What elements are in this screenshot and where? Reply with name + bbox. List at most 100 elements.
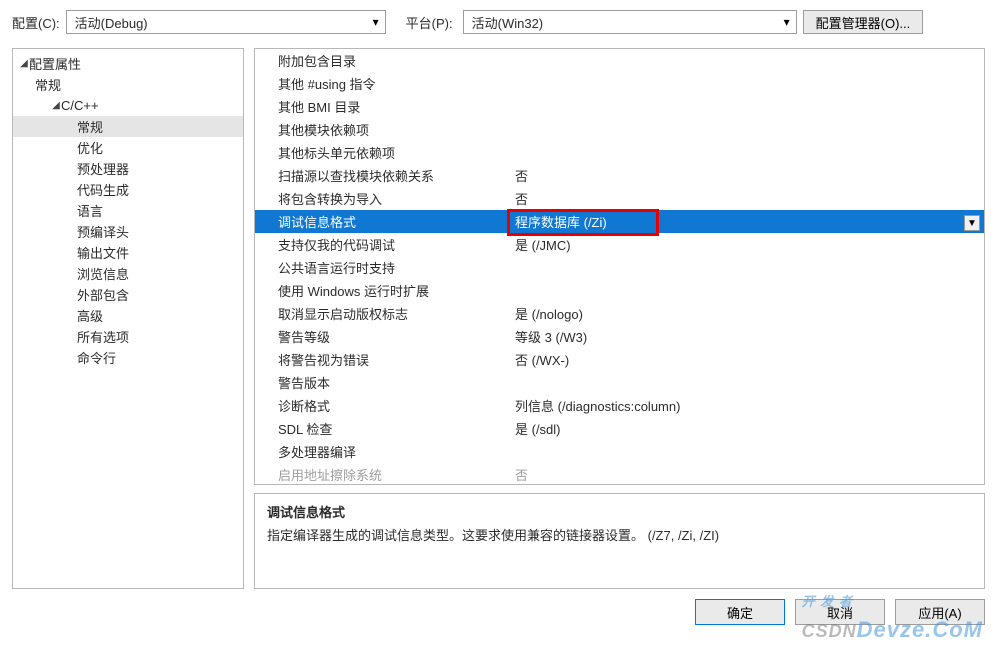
main-area: ◢ 配置属性 常规 ◢ C/C++ 常规优化预处理器代码生成语言预编译头输出文件…	[0, 48, 997, 589]
tree-item[interactable]: 命令行	[13, 347, 243, 368]
chevron-down-icon: ▾	[778, 15, 796, 29]
property-value[interactable]: 等级 3 (/W3)	[511, 327, 984, 346]
tree-inner: ◢ 配置属性 常规 ◢ C/C++ 常规优化预处理器代码生成语言预编译头输出文件…	[13, 49, 243, 372]
tree-item[interactable]: 预编译头	[13, 221, 243, 242]
tree-label: 常规	[35, 75, 61, 94]
property-name: 其他 BMI 目录	[255, 97, 511, 116]
property-value[interactable]: 是 (/JMC)	[511, 235, 984, 254]
property-value[interactable]: 列信息 (/diagnostics:column)	[511, 396, 984, 415]
property-value[interactable]: 程序数据库 (/Zi)▼	[511, 212, 984, 231]
tree-label: 语言	[77, 201, 103, 220]
property-name: 多处理器编译	[255, 442, 511, 461]
property-name: 启用地址擦除系统	[255, 465, 511, 484]
property-row[interactable]: 多处理器编译	[255, 440, 984, 463]
property-row[interactable]: 诊断格式列信息 (/diagnostics:column)	[255, 394, 984, 417]
property-row[interactable]: 警告等级等级 3 (/W3)	[255, 325, 984, 348]
dialog-buttons: 确定 取消 应用(A)	[0, 589, 997, 625]
property-tree[interactable]: ◢ 配置属性 常规 ◢ C/C++ 常规优化预处理器代码生成语言预编译头输出文件…	[12, 48, 244, 589]
property-name: 使用 Windows 运行时扩展	[255, 281, 511, 300]
tree-item[interactable]: 常规	[13, 116, 243, 137]
tree-item-general[interactable]: 常规	[13, 74, 243, 95]
tree-item[interactable]: 输出文件	[13, 242, 243, 263]
tree-label: 常规	[77, 117, 103, 136]
tree-item[interactable]: 代码生成	[13, 179, 243, 200]
property-row[interactable]: 其他 #using 指令	[255, 72, 984, 95]
top-config-row: 配置(C): 活动(Debug) ▾ 平台(P): 活动(Win32) ▾ 配置…	[0, 0, 997, 48]
property-value[interactable]: 否	[511, 189, 984, 208]
right-panel: 附加包含目录其他 #using 指令其他 BMI 目录其他模块依赖项其他标头单元…	[254, 48, 985, 589]
property-name: 其他标头单元依赖项	[255, 143, 511, 162]
property-value[interactable]: 是 (/nologo)	[511, 304, 984, 323]
property-name: SDL 检查	[255, 419, 511, 438]
tree-item[interactable]: 预处理器	[13, 158, 243, 179]
caret-down-icon: ◢	[19, 58, 29, 69]
tree-label: 代码生成	[77, 180, 129, 199]
description-body: 指定编译器生成的调试信息类型。这要求使用兼容的链接器设置。 (/Z7, /Zi,…	[267, 525, 972, 544]
tree-label: 高级	[77, 306, 103, 325]
property-row[interactable]: 使用 Windows 运行时扩展	[255, 279, 984, 302]
tree-item[interactable]: 浏览信息	[13, 263, 243, 284]
tree-item[interactable]: 外部包含	[13, 284, 243, 305]
config-manager-button[interactable]: 配置管理器(O)...	[803, 10, 924, 34]
tree-item-cc[interactable]: ◢ C/C++	[13, 95, 243, 116]
property-name: 其他模块依赖项	[255, 120, 511, 139]
description-title: 调试信息格式	[267, 502, 972, 521]
property-row[interactable]: 警告版本	[255, 371, 984, 394]
property-row[interactable]: 附加包含目录	[255, 49, 984, 72]
tree-label: C/C++	[61, 98, 99, 113]
chevron-down-icon[interactable]: ▼	[964, 215, 980, 231]
property-row[interactable]: 其他模块依赖项	[255, 118, 984, 141]
grid-inner: 附加包含目录其他 #using 指令其他 BMI 目录其他模块依赖项其他标头单元…	[255, 49, 984, 484]
config-value: 活动(Debug)	[75, 13, 367, 32]
cancel-button[interactable]: 取消	[795, 599, 885, 625]
property-name: 诊断格式	[255, 396, 511, 415]
property-value[interactable]: 否 (/WX-)	[511, 350, 984, 369]
description-panel: 调试信息格式 指定编译器生成的调试信息类型。这要求使用兼容的链接器设置。 (/Z…	[254, 493, 985, 589]
property-row[interactable]: 将警告视为错误否 (/WX-)	[255, 348, 984, 371]
property-row[interactable]: 将包含转换为导入否	[255, 187, 984, 210]
tree-item[interactable]: 高级	[13, 305, 243, 326]
tree-item[interactable]: 所有选项	[13, 326, 243, 347]
tree-children: 常规优化预处理器代码生成语言预编译头输出文件浏览信息外部包含高级所有选项命令行	[13, 116, 243, 368]
property-name: 附加包含目录	[255, 51, 511, 70]
tree-label: 预处理器	[77, 159, 129, 178]
tree-label: 预编译头	[77, 222, 129, 241]
property-row[interactable]: 取消显示启动版权标志是 (/nologo)	[255, 302, 984, 325]
apply-button[interactable]: 应用(A)	[895, 599, 985, 625]
tree-root[interactable]: ◢ 配置属性	[13, 53, 243, 74]
highlight-box	[507, 209, 659, 236]
tree-label: 外部包含	[77, 285, 129, 304]
property-row[interactable]: 支持仅我的代码调试是 (/JMC)	[255, 233, 984, 256]
platform-value: 活动(Win32)	[472, 13, 778, 32]
tree-item[interactable]: 优化	[13, 137, 243, 158]
tree-label: 命令行	[77, 348, 116, 367]
tree-label: 配置属性	[29, 54, 81, 73]
property-row[interactable]: 公共语言运行时支持	[255, 256, 984, 279]
caret-down-icon: ◢	[51, 100, 61, 111]
property-name: 将包含转换为导入	[255, 189, 511, 208]
property-value[interactable]: 是 (/sdl)	[511, 419, 984, 438]
property-grid[interactable]: 附加包含目录其他 #using 指令其他 BMI 目录其他模块依赖项其他标头单元…	[254, 48, 985, 485]
property-name: 其他 #using 指令	[255, 74, 511, 93]
ok-button[interactable]: 确定	[695, 599, 785, 625]
property-row[interactable]: 调试信息格式程序数据库 (/Zi)▼	[255, 210, 984, 233]
property-row[interactable]: 扫描源以查找模块依赖关系否	[255, 164, 984, 187]
tree-label: 输出文件	[77, 243, 129, 262]
platform-select[interactable]: 活动(Win32) ▾	[463, 10, 797, 34]
property-row[interactable]: 启用地址擦除系统否	[255, 463, 984, 484]
property-name: 扫描源以查找模块依赖关系	[255, 166, 511, 185]
tree-label: 浏览信息	[77, 264, 129, 283]
property-row[interactable]: SDL 检查是 (/sdl)	[255, 417, 984, 440]
property-name: 警告版本	[255, 373, 511, 392]
tree-label: 优化	[77, 138, 103, 157]
property-row[interactable]: 其他 BMI 目录	[255, 95, 984, 118]
config-select[interactable]: 活动(Debug) ▾	[66, 10, 386, 34]
property-value[interactable]: 否	[511, 166, 984, 185]
property-name: 支持仅我的代码调试	[255, 235, 511, 254]
property-name: 警告等级	[255, 327, 511, 346]
property-name: 取消显示启动版权标志	[255, 304, 511, 323]
property-value[interactable]: 否	[511, 465, 984, 484]
tree-item[interactable]: 语言	[13, 200, 243, 221]
tree-label: 所有选项	[77, 327, 129, 346]
property-row[interactable]: 其他标头单元依赖项	[255, 141, 984, 164]
